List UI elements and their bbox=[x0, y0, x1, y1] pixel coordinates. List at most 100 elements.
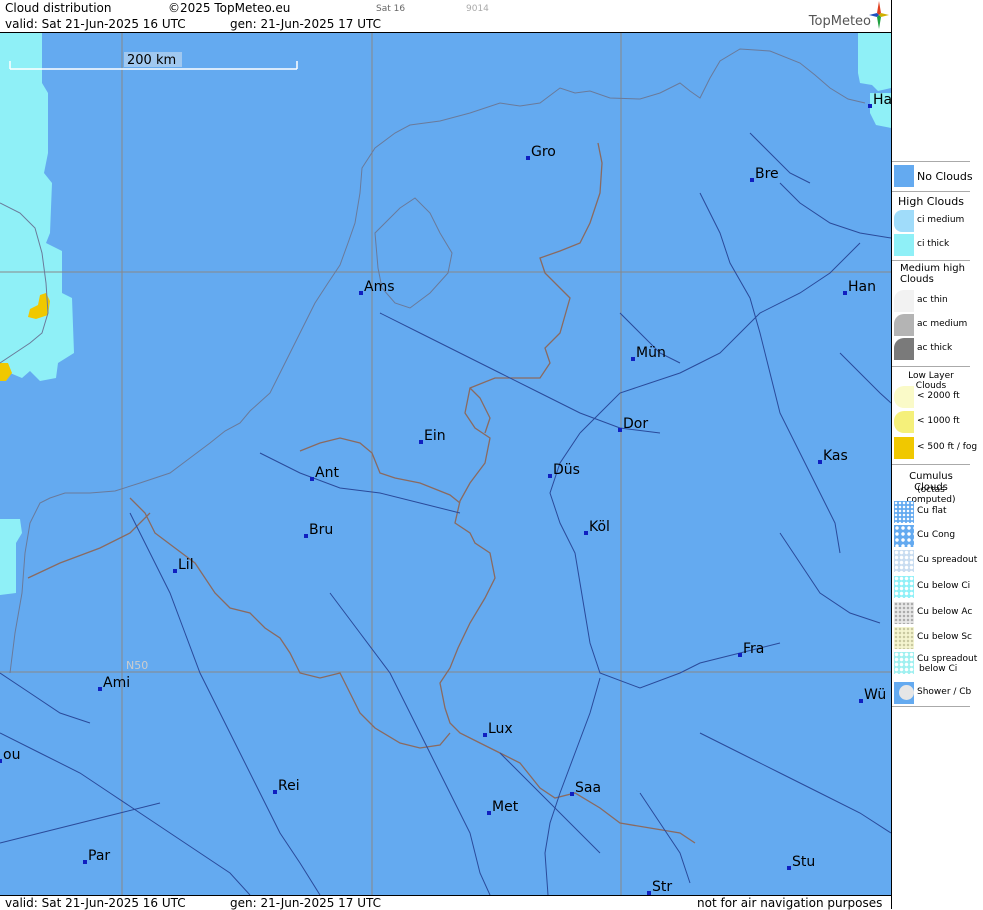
brand-name: TopMeteo bbox=[808, 14, 871, 29]
city-label: Stu bbox=[792, 854, 815, 870]
legend-panel: No Clouds High Clouds ci medium ci thick… bbox=[891, 0, 983, 909]
swatch-ci-thick bbox=[894, 234, 914, 256]
legend-ci-thick: ci thick bbox=[892, 234, 972, 256]
swatch-no-clouds bbox=[894, 165, 914, 187]
legend-cu-below-ac: Cu below Ac bbox=[892, 602, 972, 624]
footer-generated-time: gen: 21-Jun-2025 17 UTC bbox=[230, 896, 382, 910]
legend-ac-thin: ac thin bbox=[892, 290, 972, 312]
legend-low-500: < 500 ft / fog bbox=[892, 437, 977, 459]
city-marker bbox=[570, 792, 574, 796]
topmeteo-logo: TopMeteo bbox=[791, 0, 891, 32]
swatch-cu-flat bbox=[894, 501, 914, 523]
city-label: Ha bbox=[873, 92, 891, 108]
city-marker bbox=[750, 178, 754, 182]
swatch-cu-below-ac bbox=[894, 602, 914, 624]
map-canvas: N50 200 km GroBreHaAms HanMünEinDorAnt D… bbox=[0, 33, 891, 895]
city-label: Ams bbox=[364, 279, 395, 295]
city-marker bbox=[818, 460, 822, 464]
swatch-ci-medium bbox=[894, 210, 914, 232]
legend-medium-title: Medium high Clouds bbox=[900, 263, 965, 285]
city-marker bbox=[859, 699, 863, 703]
city-marker bbox=[548, 474, 552, 478]
legend-high-title: High Clouds bbox=[898, 195, 964, 208]
city-marker bbox=[304, 534, 308, 538]
footer-valid-time: valid: Sat 21-Jun-2025 16 UTC bbox=[5, 896, 186, 910]
legend-divider bbox=[892, 191, 970, 192]
legend-cu-spread-ci: Cu spreadout below Ci bbox=[892, 652, 977, 678]
swatch-cu-below-ci bbox=[894, 576, 914, 598]
swatch-low-1000 bbox=[894, 411, 914, 433]
map-code: 9014 bbox=[466, 4, 489, 14]
city-label: Lux bbox=[488, 721, 513, 737]
legend-cu-flat: Cu flat bbox=[892, 501, 972, 523]
city-label: Rei bbox=[278, 778, 300, 794]
city-label: Ami bbox=[103, 675, 130, 691]
swatch-low-2000 bbox=[894, 386, 914, 408]
legend-cu-spread: Cu spreadout bbox=[892, 550, 977, 572]
map-footer: valid: Sat 21-Jun-2025 16 UTC gen: 21-Ju… bbox=[0, 895, 891, 910]
city-label: Mün bbox=[636, 345, 666, 361]
copyright: ©2025 TopMeteo.eu bbox=[168, 1, 291, 15]
city-marker bbox=[83, 860, 87, 864]
city-marker bbox=[173, 569, 177, 573]
city-marker bbox=[359, 291, 363, 295]
legend-divider bbox=[892, 464, 970, 465]
city-marker bbox=[98, 687, 102, 691]
city-label: Ant bbox=[315, 465, 339, 481]
city-label: Gro bbox=[531, 144, 556, 160]
city-marker bbox=[310, 477, 314, 481]
city-label: Fra bbox=[743, 641, 764, 657]
city-label: Ein bbox=[424, 428, 446, 444]
swatch-cu-spread bbox=[894, 550, 914, 572]
step-label: Sat 16 bbox=[376, 4, 406, 14]
city-label: Saa bbox=[575, 780, 601, 796]
ci-thick-area-ne bbox=[858, 33, 891, 91]
map-header: Cloud distribution ©2025 TopMeteo.eu Sat… bbox=[0, 0, 891, 33]
swatch-shower bbox=[894, 682, 914, 704]
legend-low-2000: < 2000 ft bbox=[892, 386, 972, 408]
valid-time: valid: Sat 21-Jun-2025 16 UTC bbox=[5, 17, 186, 31]
legend-divider bbox=[892, 366, 970, 367]
disclaimer: not for air navigation purposes bbox=[697, 896, 883, 910]
legend-no-clouds: No Clouds bbox=[892, 165, 973, 187]
city-label: ou bbox=[3, 747, 20, 763]
compass-icon bbox=[869, 1, 889, 29]
city-marker bbox=[419, 440, 423, 444]
legend-cu-below-sc: Cu below Sc bbox=[892, 627, 972, 649]
city-label: Kas bbox=[823, 448, 848, 464]
city-marker bbox=[584, 531, 588, 535]
city-marker bbox=[868, 104, 872, 108]
no-clouds-area bbox=[0, 33, 891, 895]
swatch-cu-spread-ci bbox=[894, 652, 914, 674]
city-label: Han bbox=[848, 279, 876, 295]
generated-time: gen: 21-Jun-2025 17 UTC bbox=[230, 17, 382, 31]
city-label: Str bbox=[652, 879, 672, 895]
city-marker bbox=[738, 653, 742, 657]
legend-ac-medium: ac medium bbox=[892, 314, 972, 336]
city-marker bbox=[526, 156, 530, 160]
city-label: Köl bbox=[589, 519, 610, 535]
legend-divider bbox=[892, 260, 970, 261]
city-marker bbox=[0, 759, 2, 763]
city-marker bbox=[843, 291, 847, 295]
city-marker bbox=[618, 428, 622, 432]
legend-cu-cong: Cu Cong bbox=[892, 525, 972, 547]
lat-label: N50 bbox=[126, 659, 148, 672]
legend-ac-thick: ac thick bbox=[892, 338, 972, 360]
city-label: Met bbox=[492, 799, 519, 815]
city-marker bbox=[273, 790, 277, 794]
legend-shower: Shower / Cb bbox=[892, 682, 972, 704]
city-label: Par bbox=[88, 848, 110, 864]
city-marker bbox=[487, 811, 491, 815]
legend-divider bbox=[892, 161, 970, 162]
swatch-ac-medium bbox=[894, 314, 914, 336]
cloud-map[interactable]: N50 200 km Gro Bre Ha Ams Han Mün Ein Do… bbox=[0, 33, 891, 895]
legend-divider bbox=[892, 706, 970, 707]
city-label: Dor bbox=[623, 416, 648, 432]
swatch-fog bbox=[894, 437, 914, 459]
city-marker bbox=[787, 866, 791, 870]
city-marker bbox=[631, 357, 635, 361]
city-label: Wü bbox=[864, 687, 886, 703]
legend-ci-medium: ci medium bbox=[892, 210, 972, 232]
city-label: Lil bbox=[178, 557, 194, 573]
